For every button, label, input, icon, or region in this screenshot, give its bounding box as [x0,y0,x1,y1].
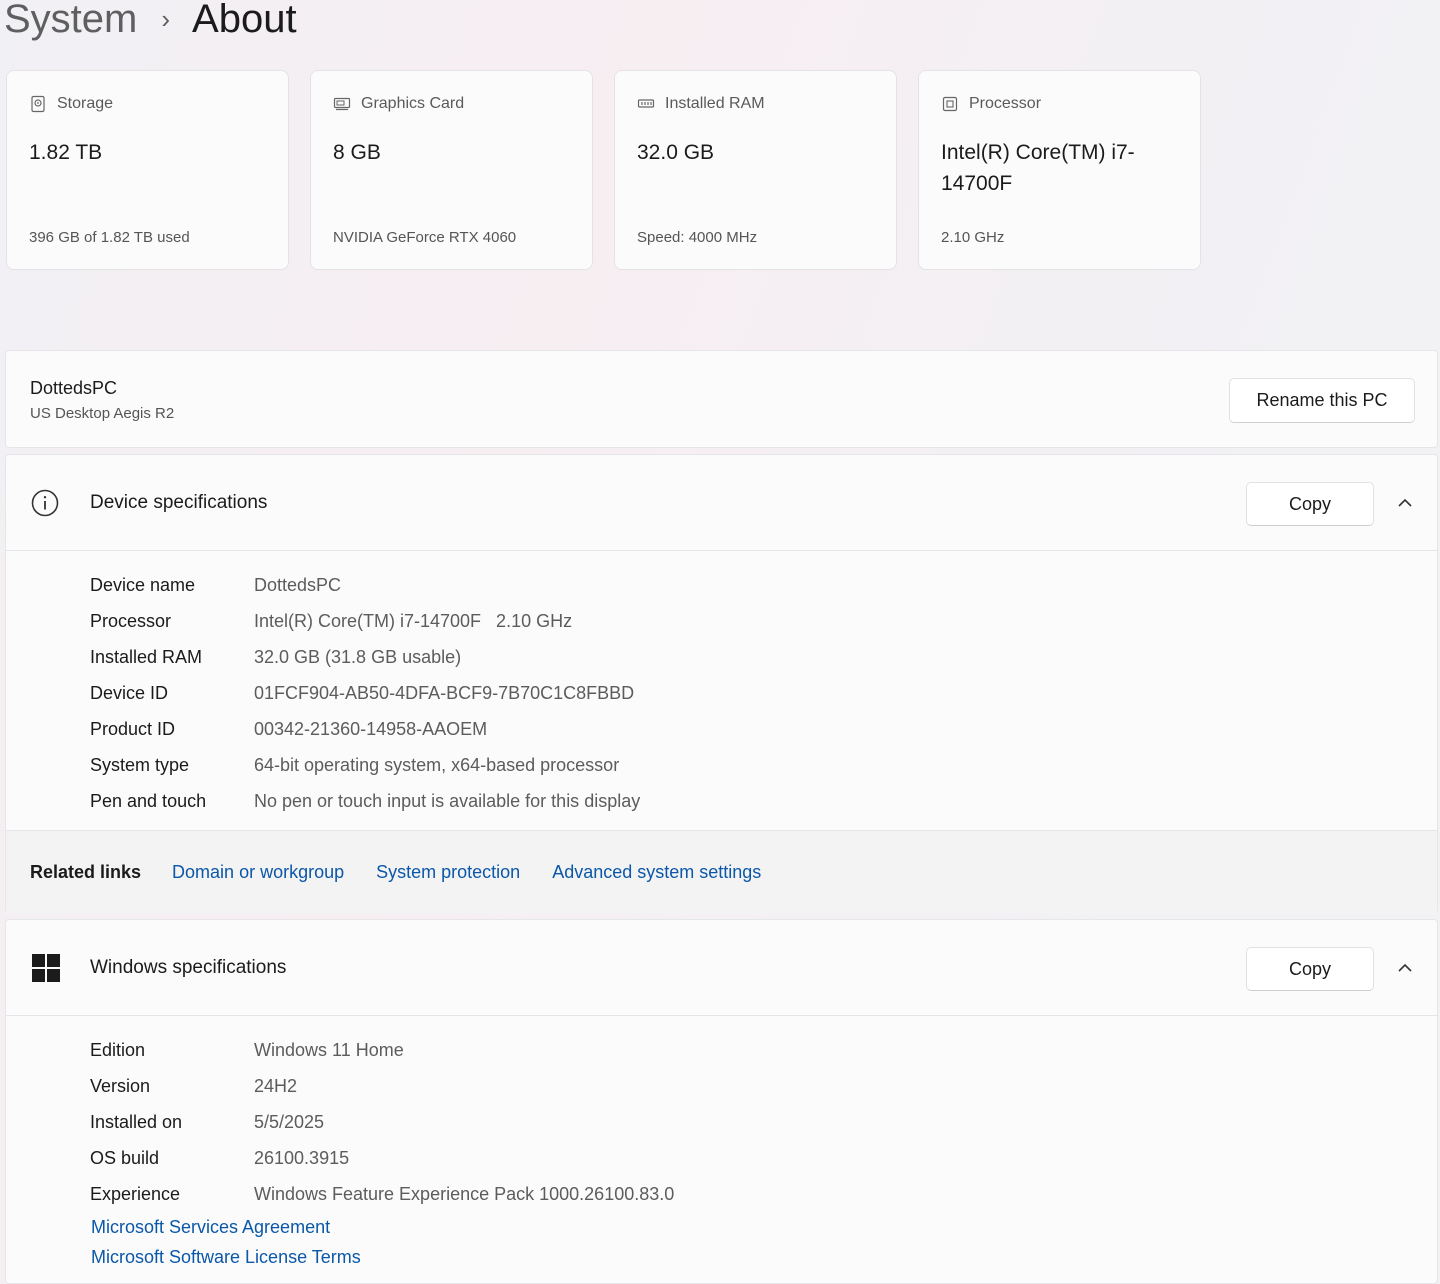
spec-value: DottedsPC [254,574,342,595]
microsoft-services-agreement-link[interactable]: Microsoft Services Agreement [91,1212,361,1242]
spec-value: Windows 11 Home [254,1039,404,1060]
page-title: About [192,0,297,41]
microsoft-software-license-terms-link[interactable]: Microsoft Software License Terms [91,1242,361,1272]
card-title: Graphics Card [361,95,465,112]
storage-icon [31,95,45,113]
storage-card[interactable]: Storage 1.82 TB 396 GB of 1.82 TB used [6,70,289,270]
breadcrumb: System › About [4,0,297,44]
pc-model: US Desktop Aegis R2 [30,405,175,422]
card-header: Installed RAM [637,95,765,113]
spec-label: Device name [90,574,196,595]
spec-value: Intel(R) Core(TM) i7-14700F 2.10 GHz [254,610,573,631]
spec-label: Pen and touch [90,790,207,811]
domain-or-workgroup-link[interactable]: Domain or workgroup [172,862,344,883]
spec-label: Version [90,1075,151,1096]
spec-value: 64-bit operating system, x64-based proce… [254,754,620,775]
spec-label: Edition [90,1039,146,1060]
spec-value: 24H2 [254,1075,298,1096]
card-value: 1.82 TB [29,141,103,164]
system-protection-link[interactable]: System protection [376,862,520,883]
card-detail: 396 GB of 1.82 TB used [29,229,190,246]
chevron-up-icon[interactable] [1395,958,1415,978]
spec-row: Product ID 00342-21360-14958-AAOEM [90,711,640,747]
breadcrumb-parent-system[interactable]: System [4,0,137,42]
spec-value: No pen or touch input is available for t… [254,790,641,811]
spec-label: OS build [90,1147,160,1168]
related-links-label: Related links [30,862,142,882]
rename-pc-button[interactable]: Rename this PC [1229,378,1415,423]
card-detail: NVIDIA GeForce RTX 4060 [333,229,517,246]
section-title: Windows specifications [90,957,287,978]
spec-label: Installed on [90,1111,183,1132]
spec-row: Processor Intel(R) Core(TM) i7-14700F 2.… [90,603,640,639]
card-value: 32.0 GB [637,141,715,164]
spec-label: System type [90,754,190,775]
chevron-up-icon[interactable] [1395,493,1415,513]
spec-value: 5/5/2025 [254,1111,325,1132]
spec-row: Device name DottedsPC [90,567,640,603]
ram-icon [637,99,655,108]
card-detail: 2.10 GHz [941,229,1005,246]
spec-value: 00342-21360-14958-AAOEM [254,718,488,739]
processor-card[interactable]: Processor Intel(R) Core(TM) i7-14700F 2.… [918,70,1201,270]
card-header: Graphics Card [333,95,464,113]
spec-label: Installed RAM [90,646,203,667]
card-title: Installed RAM [665,95,765,112]
card-title: Storage [57,95,114,112]
card-value: 8 GB [333,141,381,164]
pc-name-panel: DottedsPC US Desktop Aegis R2 Rename thi… [5,350,1438,448]
graphics-card-card[interactable]: Graphics Card 8 GB NVIDIA GeForce RTX 40… [310,70,593,270]
spec-row: Version 24H2 [90,1068,674,1104]
windows-spec-list: Edition Windows 11 Home Version 24H2 Ins… [90,1032,674,1212]
advanced-system-settings-link[interactable]: Advanced system settings [552,862,761,883]
copy-device-specs-button[interactable]: Copy [1246,482,1374,526]
pc-name: DottedsPC [30,378,118,398]
copy-windows-specs-button[interactable]: Copy [1246,947,1374,991]
installed-ram-card[interactable]: Installed RAM 32.0 GB Speed: 4000 MHz [614,70,897,270]
card-value: Intel(R) Core(TM) i7-14700F [941,141,1135,195]
spec-label: Processor [90,610,172,631]
spec-label: Device ID [90,682,169,703]
card-title: Processor [969,95,1042,112]
windows-specifications-panel: Windows specifications Copy Edition Wind… [5,919,1438,1284]
windows-legal-links: Microsoft Services Agreement Microsoft S… [91,1212,361,1272]
spec-value: 32.0 GB (31.8 GB usable) [254,646,462,667]
spec-row: Installed on 5/5/2025 [90,1104,674,1140]
spec-row: Device ID 01FCF904-AB50-4DFA-BCF9-7B70C1… [90,675,640,711]
spec-row: Installed RAM 32.0 GB (31.8 GB usable) [90,639,640,675]
spec-row: Edition Windows 11 Home [90,1032,674,1068]
spec-row: OS build 26100.3915 [90,1140,674,1176]
related-links-bar: Related links Domain or workgroup System… [6,830,1437,914]
device-specifications-header[interactable]: Device specifications Copy [6,455,1437,551]
info-icon [31,489,59,517]
spec-row: Experience Windows Feature Experience Pa… [90,1176,674,1212]
spec-value: 01FCF904-AB50-4DFA-BCF9-7B70C1C8FBBD [254,682,635,703]
card-detail: Speed: 4000 MHz [637,229,758,246]
graphics-card-icon [333,97,351,111]
device-spec-list: Device name DottedsPC Processor Intel(R)… [90,567,640,819]
section-title: Device specifications [90,492,268,513]
spec-value: Windows Feature Experience Pack 1000.261… [254,1183,675,1204]
spec-label: Experience [90,1183,181,1204]
card-header: Processor [941,95,1041,113]
windows-logo-icon [32,954,60,982]
processor-icon [942,96,958,112]
chevron-right-icon: › [161,3,171,34]
spec-label: Product ID [90,718,176,739]
spec-row: System type 64-bit operating system, x64… [90,747,640,783]
device-specifications-panel: Device specifications Copy Device name D… [5,454,1438,914]
card-header: Storage [29,95,113,113]
windows-specifications-header[interactable]: Windows specifications Copy [6,920,1437,1016]
spec-row: Pen and touch No pen or touch input is a… [90,783,640,819]
spec-value: 26100.3915 [254,1147,350,1168]
